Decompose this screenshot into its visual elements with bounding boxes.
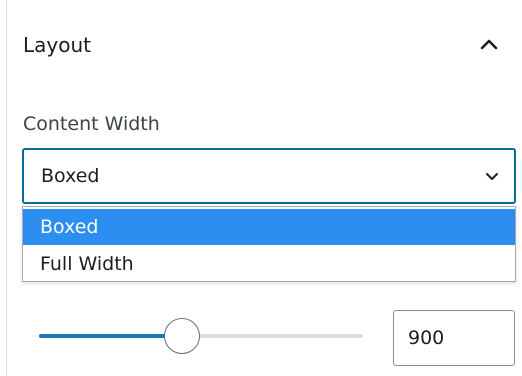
slider-fill bbox=[39, 334, 182, 338]
chevron-up-icon[interactable] bbox=[473, 28, 505, 60]
layout-panel: Layout Content Width Boxed Boxed Full Wi… bbox=[6, 0, 522, 376]
option-full-width[interactable]: Full Width bbox=[23, 246, 515, 282]
panel-title: Layout bbox=[23, 33, 91, 57]
content-width-select[interactable]: Boxed bbox=[22, 148, 516, 204]
chevron-down-icon bbox=[484, 170, 500, 182]
option-boxed[interactable]: Boxed bbox=[23, 209, 515, 245]
content-width-label: Content Width bbox=[23, 113, 160, 135]
width-number-input[interactable] bbox=[393, 310, 515, 366]
select-value: Boxed bbox=[41, 165, 100, 187]
layout-panel-header[interactable]: Layout bbox=[7, 18, 522, 74]
slider-thumb[interactable] bbox=[164, 318, 200, 354]
width-slider[interactable] bbox=[39, 316, 363, 356]
content-width-dropdown: Boxed Full Width bbox=[22, 206, 516, 282]
